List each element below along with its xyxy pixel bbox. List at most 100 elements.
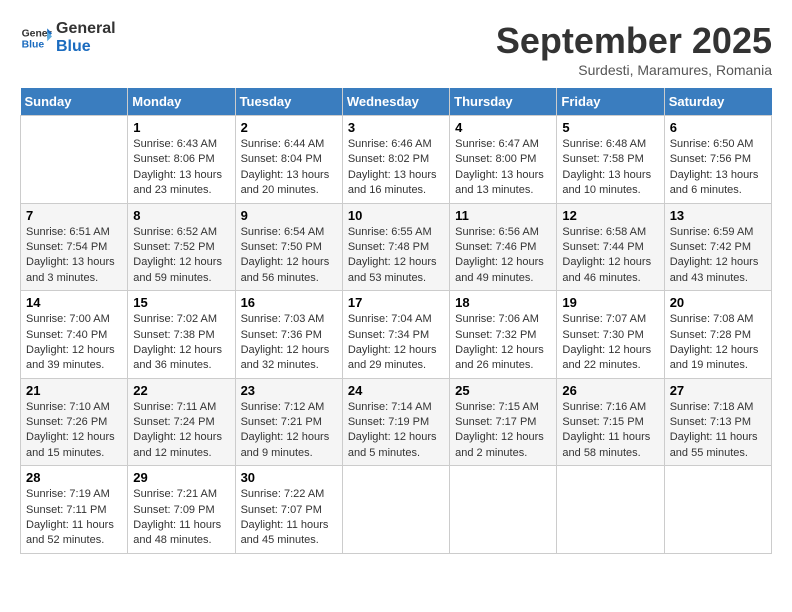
- calendar-week-5: 28 Sunrise: 7:19 AM Sunset: 7:11 PM Dayl…: [21, 466, 772, 554]
- day-info: Sunrise: 7:10 AM Sunset: 7:26 PM Dayligh…: [26, 400, 122, 462]
- day-number: 10: [348, 208, 444, 223]
- day-info: Sunrise: 7:19 AM Sunset: 7:11 PM Dayligh…: [26, 487, 122, 549]
- logo-icon: General Blue: [20, 22, 52, 54]
- calendar-table: Sunday Monday Tuesday Wednesday Thursday…: [20, 88, 772, 554]
- calendar-cell: 4 Sunrise: 6:47 AM Sunset: 8:00 PM Dayli…: [450, 116, 557, 204]
- day-number: 14: [26, 295, 122, 310]
- calendar-cell: 23 Sunrise: 7:12 AM Sunset: 7:21 PM Dayl…: [235, 378, 342, 466]
- day-number: 12: [562, 208, 658, 223]
- day-info: Sunrise: 6:52 AM Sunset: 7:52 PM Dayligh…: [133, 225, 229, 287]
- calendar-cell: 27 Sunrise: 7:18 AM Sunset: 7:13 PM Dayl…: [664, 378, 771, 466]
- day-info: Sunrise: 6:51 AM Sunset: 7:54 PM Dayligh…: [26, 225, 122, 287]
- day-number: 19: [562, 295, 658, 310]
- day-number: 23: [241, 383, 337, 398]
- day-info: Sunrise: 6:46 AM Sunset: 8:02 PM Dayligh…: [348, 137, 444, 199]
- day-number: 25: [455, 383, 551, 398]
- calendar-cell: 28 Sunrise: 7:19 AM Sunset: 7:11 PM Dayl…: [21, 466, 128, 554]
- calendar-cell: 24 Sunrise: 7:14 AM Sunset: 7:19 PM Dayl…: [342, 378, 449, 466]
- calendar-cell: 18 Sunrise: 7:06 AM Sunset: 7:32 PM Dayl…: [450, 291, 557, 379]
- logo-general: General: [56, 20, 116, 38]
- calendar-cell: 22 Sunrise: 7:11 AM Sunset: 7:24 PM Dayl…: [128, 378, 235, 466]
- svg-text:Blue: Blue: [22, 40, 45, 51]
- calendar-cell: 30 Sunrise: 7:22 AM Sunset: 7:07 PM Dayl…: [235, 466, 342, 554]
- calendar-cell: 15 Sunrise: 7:02 AM Sunset: 7:38 PM Dayl…: [128, 291, 235, 379]
- day-info: Sunrise: 6:43 AM Sunset: 8:06 PM Dayligh…: [133, 137, 229, 199]
- calendar-cell: 8 Sunrise: 6:52 AM Sunset: 7:52 PM Dayli…: [128, 203, 235, 291]
- calendar-cell: 5 Sunrise: 6:48 AM Sunset: 7:58 PM Dayli…: [557, 116, 664, 204]
- calendar-cell: 29 Sunrise: 7:21 AM Sunset: 7:09 PM Dayl…: [128, 466, 235, 554]
- calendar-cell: 10 Sunrise: 6:55 AM Sunset: 7:48 PM Dayl…: [342, 203, 449, 291]
- day-number: 8: [133, 208, 229, 223]
- logo-blue: Blue: [56, 38, 116, 56]
- col-thursday: Thursday: [450, 88, 557, 116]
- day-number: 2: [241, 120, 337, 135]
- location-subtitle: Surdesti, Maramures, Romania: [496, 62, 772, 78]
- calendar-week-1: 1 Sunrise: 6:43 AM Sunset: 8:06 PM Dayli…: [21, 116, 772, 204]
- calendar-cell: [450, 466, 557, 554]
- day-info: Sunrise: 6:55 AM Sunset: 7:48 PM Dayligh…: [348, 225, 444, 287]
- day-number: 22: [133, 383, 229, 398]
- title-block: September 2025 Surdesti, Maramures, Roma…: [496, 20, 772, 78]
- day-number: 24: [348, 383, 444, 398]
- calendar-cell: [664, 466, 771, 554]
- day-number: 26: [562, 383, 658, 398]
- day-number: 29: [133, 470, 229, 485]
- day-info: Sunrise: 7:03 AM Sunset: 7:36 PM Dayligh…: [241, 312, 337, 374]
- day-number: 17: [348, 295, 444, 310]
- calendar-cell: 12 Sunrise: 6:58 AM Sunset: 7:44 PM Dayl…: [557, 203, 664, 291]
- col-friday: Friday: [557, 88, 664, 116]
- calendar-cell: 2 Sunrise: 6:44 AM Sunset: 8:04 PM Dayli…: [235, 116, 342, 204]
- calendar-cell: 9 Sunrise: 6:54 AM Sunset: 7:50 PM Dayli…: [235, 203, 342, 291]
- day-info: Sunrise: 6:54 AM Sunset: 7:50 PM Dayligh…: [241, 225, 337, 287]
- day-info: Sunrise: 6:58 AM Sunset: 7:44 PM Dayligh…: [562, 225, 658, 287]
- day-number: 11: [455, 208, 551, 223]
- day-info: Sunrise: 7:12 AM Sunset: 7:21 PM Dayligh…: [241, 400, 337, 462]
- page-header: General Blue General Blue September 2025…: [20, 20, 772, 78]
- day-info: Sunrise: 6:56 AM Sunset: 7:46 PM Dayligh…: [455, 225, 551, 287]
- day-info: Sunrise: 6:44 AM Sunset: 8:04 PM Dayligh…: [241, 137, 337, 199]
- col-saturday: Saturday: [664, 88, 771, 116]
- calendar-cell: [557, 466, 664, 554]
- calendar-cell: 14 Sunrise: 7:00 AM Sunset: 7:40 PM Dayl…: [21, 291, 128, 379]
- day-number: 15: [133, 295, 229, 310]
- day-info: Sunrise: 7:21 AM Sunset: 7:09 PM Dayligh…: [133, 487, 229, 549]
- month-title: September 2025: [496, 20, 772, 62]
- calendar-cell: 1 Sunrise: 6:43 AM Sunset: 8:06 PM Dayli…: [128, 116, 235, 204]
- calendar-cell: 13 Sunrise: 6:59 AM Sunset: 7:42 PM Dayl…: [664, 203, 771, 291]
- day-number: 21: [26, 383, 122, 398]
- day-number: 30: [241, 470, 337, 485]
- day-number: 1: [133, 120, 229, 135]
- col-sunday: Sunday: [21, 88, 128, 116]
- col-tuesday: Tuesday: [235, 88, 342, 116]
- day-number: 13: [670, 208, 766, 223]
- calendar-cell: 16 Sunrise: 7:03 AM Sunset: 7:36 PM Dayl…: [235, 291, 342, 379]
- calendar-cell: [342, 466, 449, 554]
- calendar-cell: 3 Sunrise: 6:46 AM Sunset: 8:02 PM Dayli…: [342, 116, 449, 204]
- day-info: Sunrise: 7:18 AM Sunset: 7:13 PM Dayligh…: [670, 400, 766, 462]
- day-info: Sunrise: 6:47 AM Sunset: 8:00 PM Dayligh…: [455, 137, 551, 199]
- day-info: Sunrise: 7:06 AM Sunset: 7:32 PM Dayligh…: [455, 312, 551, 374]
- day-number: 28: [26, 470, 122, 485]
- day-number: 6: [670, 120, 766, 135]
- day-info: Sunrise: 7:00 AM Sunset: 7:40 PM Dayligh…: [26, 312, 122, 374]
- calendar-cell: 21 Sunrise: 7:10 AM Sunset: 7:26 PM Dayl…: [21, 378, 128, 466]
- calendar-week-2: 7 Sunrise: 6:51 AM Sunset: 7:54 PM Dayli…: [21, 203, 772, 291]
- day-info: Sunrise: 7:22 AM Sunset: 7:07 PM Dayligh…: [241, 487, 337, 549]
- col-monday: Monday: [128, 88, 235, 116]
- day-number: 20: [670, 295, 766, 310]
- day-number: 4: [455, 120, 551, 135]
- calendar-cell: 6 Sunrise: 6:50 AM Sunset: 7:56 PM Dayli…: [664, 116, 771, 204]
- col-wednesday: Wednesday: [342, 88, 449, 116]
- day-info: Sunrise: 6:50 AM Sunset: 7:56 PM Dayligh…: [670, 137, 766, 199]
- calendar-week-4: 21 Sunrise: 7:10 AM Sunset: 7:26 PM Dayl…: [21, 378, 772, 466]
- day-info: Sunrise: 7:04 AM Sunset: 7:34 PM Dayligh…: [348, 312, 444, 374]
- calendar-cell: 25 Sunrise: 7:15 AM Sunset: 7:17 PM Dayl…: [450, 378, 557, 466]
- calendar-cell: 26 Sunrise: 7:16 AM Sunset: 7:15 PM Dayl…: [557, 378, 664, 466]
- day-info: Sunrise: 7:07 AM Sunset: 7:30 PM Dayligh…: [562, 312, 658, 374]
- calendar-cell: 11 Sunrise: 6:56 AM Sunset: 7:46 PM Dayl…: [450, 203, 557, 291]
- calendar-cell: 20 Sunrise: 7:08 AM Sunset: 7:28 PM Dayl…: [664, 291, 771, 379]
- calendar-cell: 17 Sunrise: 7:04 AM Sunset: 7:34 PM Dayl…: [342, 291, 449, 379]
- day-info: Sunrise: 7:14 AM Sunset: 7:19 PM Dayligh…: [348, 400, 444, 462]
- day-number: 7: [26, 208, 122, 223]
- day-info: Sunrise: 7:02 AM Sunset: 7:38 PM Dayligh…: [133, 312, 229, 374]
